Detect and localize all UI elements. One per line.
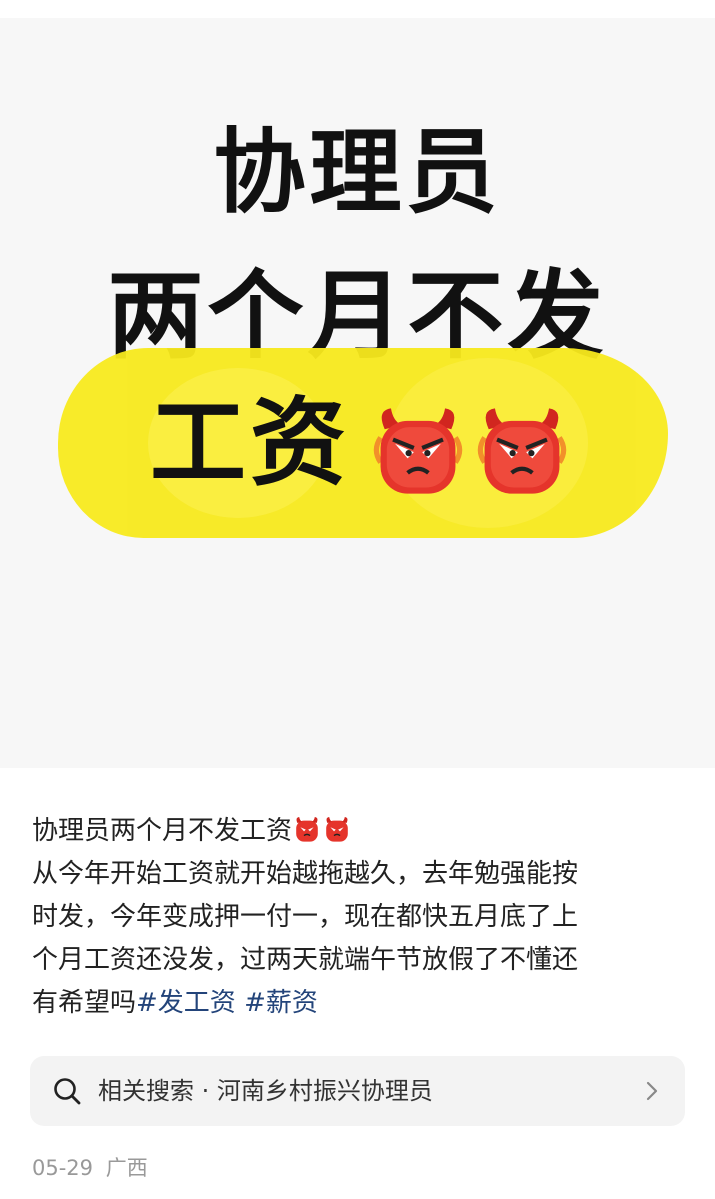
post-body-line: 时发，今年变成押一付一，现在都快五月底了上 [32, 902, 579, 932]
post-cover-image[interactable]: 协理员 两个月不发 工资 [0, 18, 715, 768]
post-body-line: 个月工资还没发，过两天就端午节放假了不懂还 [32, 945, 579, 975]
related-search-label: 相关搜索 · 河南乡村振兴协理员 [98, 1077, 433, 1105]
post-title: 协理员两个月不发工资 [32, 816, 293, 846]
post-meta: 05-29 广西 [32, 1152, 154, 1182]
cover-title-line1: 协理员 [213, 119, 502, 226]
hashtag-link[interactable]: #发工资 [136, 988, 236, 1018]
chevron-right-icon [646, 1081, 658, 1101]
post-body-last-row: 有希望吗#发工资 #薪资 [32, 982, 682, 1025]
post-title-row: 协理员两个月不发工资 [32, 810, 682, 853]
post-date: 05-29 [32, 1156, 94, 1180]
post-body-line: 有希望吗 [32, 988, 137, 1018]
top-strip [0, 0, 715, 19]
cover-title-line3-row: 工资 [0, 378, 715, 508]
angry-devil-emoji-icon [326, 817, 348, 842]
angry-devil-emoji-icon [296, 817, 318, 842]
angry-devil-emoji-icon [477, 408, 567, 494]
post-location: 广西 [105, 1156, 148, 1180]
hashtag-link[interactable]: #薪资 [244, 988, 318, 1018]
cover-title-line3: 工资 [150, 387, 350, 499]
related-search-card[interactable]: 相关搜索 · 河南乡村振兴协理员 [30, 1056, 685, 1126]
post-body-line: 从今年开始工资就开始越拖越久，去年勉强能按 [32, 859, 579, 889]
angry-devil-emoji-icon [373, 408, 463, 494]
search-icon [54, 1078, 81, 1105]
post-caption: 协理员两个月不发工资 从今年开始工资就开始越拖越久，去年勉强能按 时发，今年变成… [32, 810, 682, 1025]
